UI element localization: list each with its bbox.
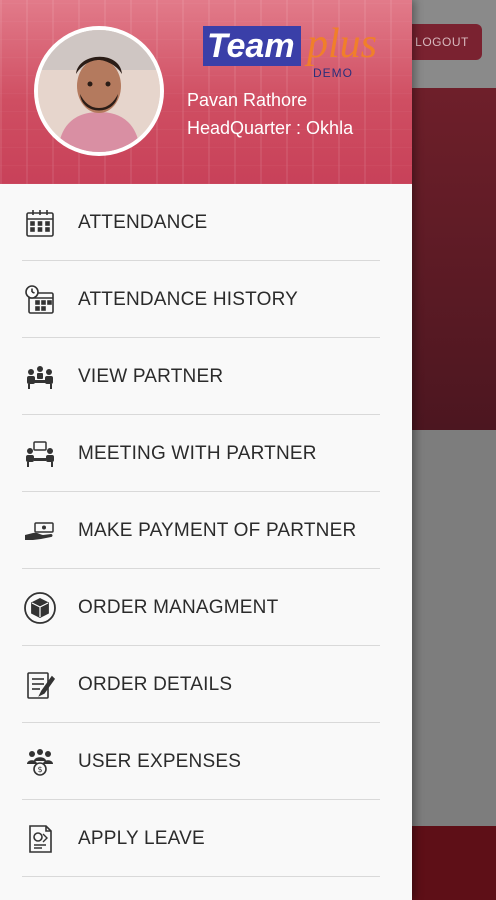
menu-item-label: USER EXPENSES [78,750,242,772]
menu-item-attendance[interactable]: ATTENDANCE [0,184,412,261]
logo-team-text: Team [203,26,301,66]
logo-plus-text: plus [307,21,378,67]
user-photo [38,30,160,152]
teamplus-logo: Team plus DEMO [203,21,377,84]
menu-item-order-details[interactable]: ORDER DETAILS [0,646,412,723]
avatar[interactable] [34,26,164,156]
calendar-icon [22,205,58,241]
partners-meeting-icon [22,359,58,395]
leave-form-icon [22,821,58,857]
menu-item-order-management[interactable]: ORDER MANAGMENT [0,569,412,646]
user-name: Pavan Rathore [187,90,308,110]
menu-item-label: ORDER MANAGMENT [78,596,279,618]
menu-item-label: MAKE PAYMENT OF PARTNER [78,519,357,541]
menu-item-view-partner[interactable]: VIEW PARTNER [0,338,412,415]
user-headquarter: HeadQuarter : Okhla [187,118,354,138]
payment-hand-icon [22,513,58,549]
drawer-header: Team plus DEMO Pavan Rathore HeadQuarter… [0,0,412,184]
clock-calendar-icon [22,282,58,318]
menu-item-meeting-with-partner[interactable]: MEETING WITH PARTNER [0,415,412,492]
menu-item-label: VIEW PARTNER [78,365,224,387]
document-pen-icon [22,667,58,703]
navigation-drawer: Team plus DEMO Pavan Rathore HeadQuarter… [0,0,412,900]
menu-item-label: MEETING WITH PARTNER [78,442,317,464]
menu-item-label: ATTENDANCE [78,211,208,233]
svg-text:$: $ [37,765,42,774]
drawer-menu: ATTENDANCE ATTENDANCE HISTORY VIEW PARTN… [0,184,412,877]
menu-item-label: ATTENDANCE HISTORY [78,288,299,310]
menu-item-label: APPLY LEAVE [78,827,205,849]
menu-item-make-payment[interactable]: MAKE PAYMENT OF PARTNER [0,492,412,569]
box-icon [22,590,58,626]
logout-button[interactable]: LOGOUT [402,24,482,60]
group-money-icon: $ [22,744,58,780]
menu-item-user-expenses[interactable]: $ USER EXPENSES [0,723,412,800]
menu-item-apply-leave[interactable]: APPLY LEAVE [0,800,412,877]
logo-demo-text: DEMO [313,66,353,80]
menu-item-attendance-history[interactable]: ATTENDANCE HISTORY [0,261,412,338]
meeting-icon [22,436,58,472]
menu-item-label: ORDER DETAILS [78,673,233,695]
